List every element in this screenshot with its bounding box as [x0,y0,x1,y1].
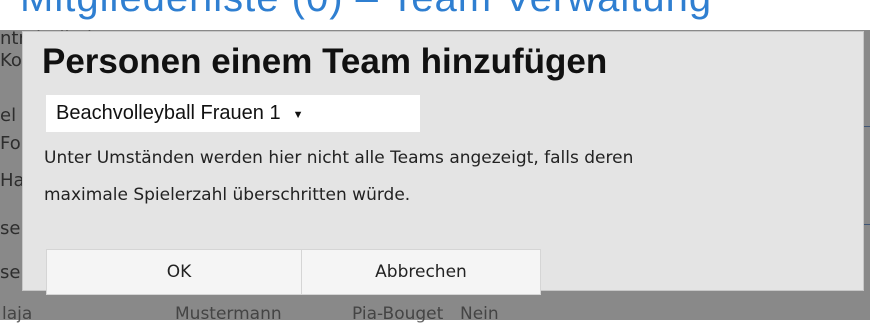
ok-button[interactable]: OK [46,249,312,295]
background-heading: Mitgliederliste (0) – Team Verwaltung [20,0,712,21]
info-text-line: Unter Umständen werden hier nicht alle T… [44,148,634,168]
team-select[interactable]: Beachvolleyball Frauen 1 ▼ [46,95,420,132]
cancel-button[interactable]: Abbrechen [301,249,541,295]
chevron-down-icon: ▼ [292,108,304,121]
info-text-line: maximale Spielerzahl überschritten würde… [44,185,411,205]
add-to-team-dialog: Personen einem Team hinzufügen Beachvoll… [22,31,864,295]
dialog-title: Personen einem Team hinzufügen [42,42,608,81]
info-text: Unter Umständen werden hier nicht alle T… [44,140,854,214]
team-select-value: Beachvolleyball Frauen 1 [56,102,281,124]
